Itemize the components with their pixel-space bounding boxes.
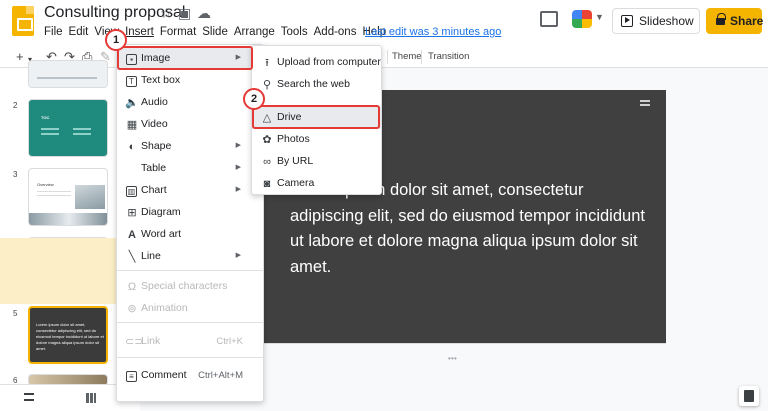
- menu-format[interactable]: Format: [160, 26, 196, 42]
- insert-menu-item-word-art[interactable]: A Word art: [117, 224, 263, 246]
- search-icon: ⚲: [262, 79, 272, 91]
- chevron-right-icon: ▶: [235, 164, 241, 171]
- slide-menu-icon[interactable]: [640, 100, 650, 106]
- menu-tools[interactable]: Tools: [281, 26, 308, 42]
- star-icon[interactable]: ☆: [160, 5, 173, 21]
- thumb-title: Overview: [37, 182, 54, 187]
- insert-menu-item-animation[interactable]: ⊚ Animation: [117, 298, 263, 320]
- word-art-icon: A: [128, 229, 136, 241]
- insert-menu-item-special-characters[interactable]: Ω Special characters: [117, 276, 263, 298]
- thumb-title: TOC: [41, 115, 50, 120]
- image-menu-item-camera[interactable]: ◙ Camera: [252, 173, 381, 195]
- slides-logo-icon[interactable]: [12, 6, 34, 36]
- step-badge-2: 2: [243, 88, 265, 110]
- meet-button[interactable]: ▼: [572, 8, 604, 30]
- thumb-text: Lorem ipsum dolor sit amet, consectetur …: [36, 322, 104, 351]
- comment-icon: ≡: [126, 371, 137, 382]
- omega-icon: Ω: [127, 281, 137, 293]
- slide-number: 2: [13, 101, 18, 110]
- step-badge-1: 1: [105, 29, 127, 51]
- speaker-notes-handle-icon[interactable]: • • •: [448, 354, 457, 363]
- chevron-down-icon: ▼: [595, 12, 604, 22]
- image-menu-item-photos[interactable]: ✿ Photos: [252, 129, 381, 151]
- animation-icon: ⊚: [127, 303, 137, 315]
- insert-menu-item-comment[interactable]: ≡ Comment Ctrl+Alt+M: [117, 365, 263, 387]
- lock-icon: [716, 13, 726, 25]
- insert-menu: ▪ Image ▶ T Text box 🔈 Audio ▦ Video ◐ S…: [116, 44, 264, 402]
- menu-addons[interactable]: Add-ons: [314, 26, 357, 42]
- menu-insert[interactable]: Insert: [125, 26, 154, 42]
- transition-button[interactable]: Transition: [428, 51, 469, 62]
- slideshow-button[interactable]: Slideshow: [612, 8, 700, 34]
- menu-arrange[interactable]: Arrange: [234, 26, 275, 42]
- insert-menu-item-video[interactable]: ▦ Video: [117, 114, 263, 136]
- insert-menu-item-text-box[interactable]: T Text box: [117, 70, 263, 92]
- chevron-right-icon: ▶: [235, 142, 241, 149]
- slide-number: 5: [13, 309, 18, 318]
- insert-menu-item-chart[interactable]: ▥ Chart ▶: [117, 180, 263, 202]
- explore-icon: [744, 390, 754, 402]
- last-edit-link[interactable]: Last edit was 3 minutes ago: [365, 26, 501, 38]
- insert-menu-item-audio[interactable]: 🔈 Audio: [117, 92, 263, 114]
- photos-icon: ✿: [262, 134, 272, 146]
- drive-item-highlight: [252, 105, 380, 129]
- link-icon: ⊂⊃: [125, 336, 144, 348]
- menu-separator: [117, 270, 263, 271]
- cloud-status-icon[interactable]: ☁: [197, 5, 211, 21]
- shape-icon: ◐: [128, 141, 136, 153]
- menu-edit[interactable]: Edit: [69, 26, 89, 42]
- play-icon: [621, 15, 633, 27]
- comment-history-icon[interactable]: [540, 11, 558, 27]
- slideshow-label: Slideshow: [639, 14, 694, 28]
- image-menu-item-search-web[interactable]: ⚲ Search the web: [252, 74, 381, 96]
- menu-separator: [117, 322, 263, 323]
- link-icon: ∞: [263, 156, 271, 168]
- menu-bar: File Edit View Insert Format Slide Arran…: [44, 26, 392, 42]
- menu-separator: [117, 357, 263, 358]
- slide-thumbnail-3[interactable]: Overview: [28, 168, 108, 226]
- chevron-right-icon: ▶: [235, 252, 241, 259]
- text-box-icon: T: [126, 76, 137, 87]
- filmstrip-view-icon[interactable]: [24, 393, 34, 401]
- image-menu-item-upload[interactable]: ⭱ Upload from computer: [252, 52, 381, 74]
- image-item-highlight: [117, 46, 253, 70]
- audio-icon: 🔈: [125, 97, 139, 109]
- share-label: Share: [730, 14, 764, 28]
- insert-menu-item-diagram[interactable]: ⊞ Diagram: [117, 202, 263, 224]
- explore-button[interactable]: [739, 386, 759, 406]
- insert-menu-item-link[interactable]: ⊂⊃ Link Ctrl+K: [117, 331, 263, 353]
- theme-button[interactable]: Theme: [392, 51, 422, 62]
- chart-icon: ▥: [126, 186, 137, 197]
- chevron-right-icon: ▶: [235, 186, 241, 193]
- camera-icon: ◙: [263, 178, 271, 190]
- diagram-icon: ⊞: [127, 207, 137, 219]
- move-folder-icon[interactable]: ▣: [178, 5, 191, 21]
- meet-icon: [572, 10, 592, 28]
- new-slide-icon[interactable]: +: [16, 49, 24, 65]
- menu-file[interactable]: File: [44, 26, 63, 42]
- menu-slide[interactable]: Slide: [202, 26, 228, 42]
- toolbar-divider: [387, 50, 388, 64]
- insert-menu-item-table[interactable]: Table ▶: [117, 158, 263, 180]
- canvas-divider: [262, 343, 666, 344]
- slide-thumbnail-5[interactable]: Lorem ipsum dolor sit amet, consectetur …: [28, 306, 108, 364]
- insert-menu-item-shape[interactable]: ◐ Shape ▶: [117, 136, 263, 158]
- line-icon: ╲: [128, 251, 136, 263]
- insert-menu-item-line[interactable]: ╲ Line ▶: [117, 246, 263, 268]
- slide-thumbnail-1[interactable]: [28, 60, 108, 88]
- grid-view-icon[interactable]: [86, 393, 96, 403]
- thumb-image: [29, 213, 107, 225]
- thumb-image: [75, 185, 105, 209]
- upload-icon: ⭱: [265, 57, 269, 69]
- slide-thumbnail-2[interactable]: TOC: [28, 99, 108, 157]
- share-button[interactable]: Share: [706, 8, 764, 34]
- toolbar-divider: [421, 50, 422, 64]
- image-menu-item-by-url[interactable]: ∞ By URL: [252, 151, 381, 173]
- slide-number: 3: [13, 170, 18, 179]
- video-icon: ▦: [126, 119, 138, 131]
